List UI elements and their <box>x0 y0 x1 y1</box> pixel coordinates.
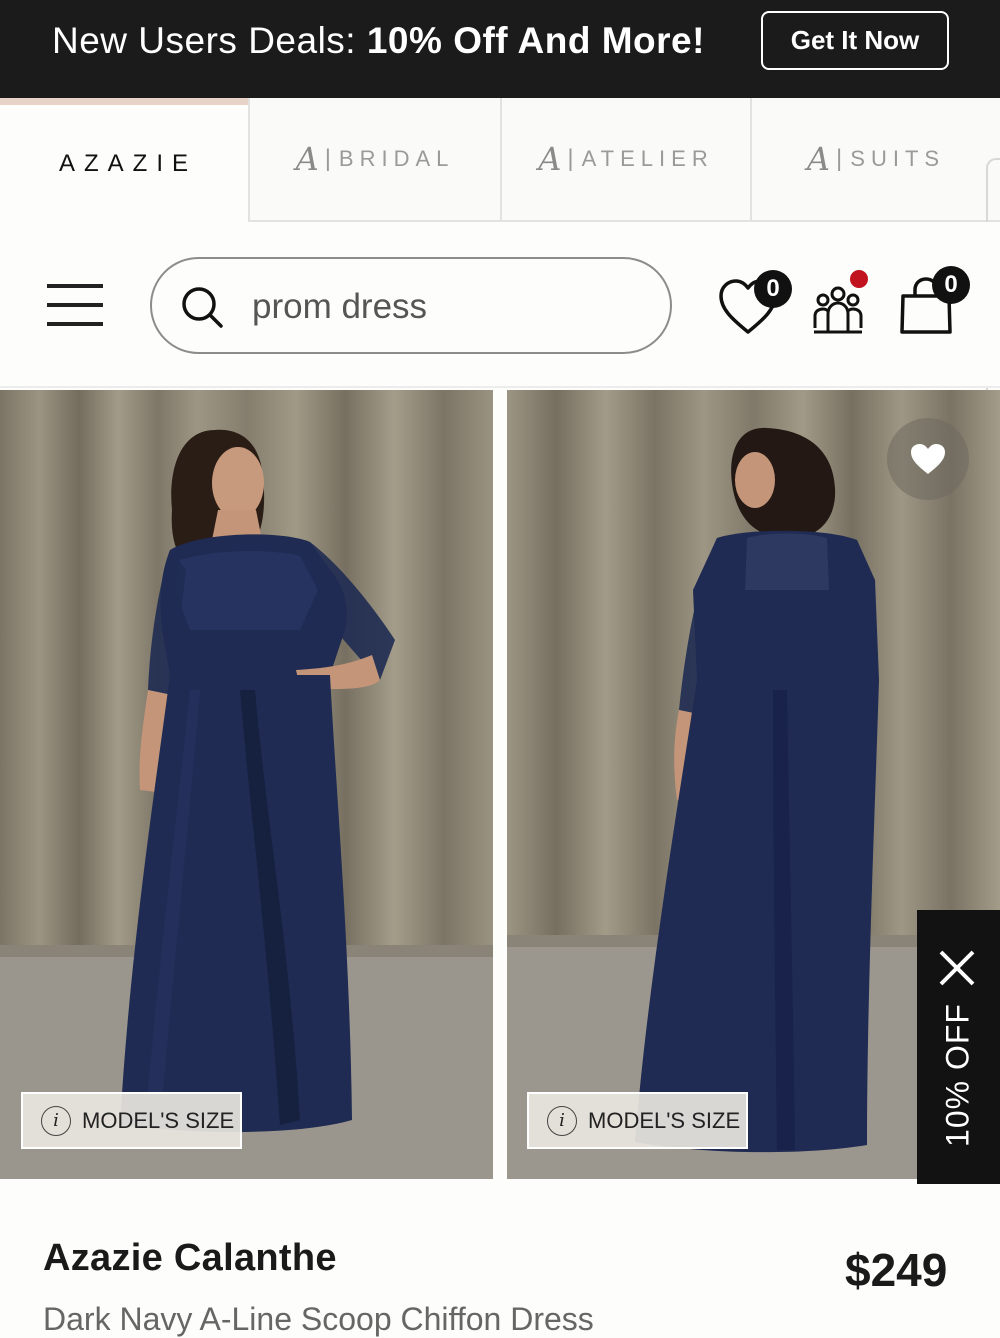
promo-text: New Users Deals: 10% Off And More! <box>52 20 705 62</box>
azazie-a-logo-icon: A <box>295 140 319 178</box>
cart-button[interactable]: 0 <box>896 266 970 336</box>
search-bar[interactable] <box>150 257 672 354</box>
tab-azazie[interactable]: AZAZIE <box>0 98 248 222</box>
product-image-front[interactable]: i MODEL'S SIZE <box>0 390 493 1179</box>
info-icon: i <box>547 1105 577 1136</box>
wishlist-button[interactable]: 0 <box>718 270 794 336</box>
product-description: Dark Navy A-Line Scoop Chiffon Dress <box>43 1301 594 1337</box>
wishlist-count-badge: 0 <box>754 270 792 308</box>
info-icon: i <box>41 1105 71 1136</box>
tab-bridal-label: BRIDAL <box>338 146 455 171</box>
tab-bridal[interactable]: A | BRIDAL <box>248 98 500 222</box>
promo-text-bold: 10% Off And More! <box>366 20 705 61</box>
discount-side-tab[interactable]: 10% OFF <box>917 910 1000 1184</box>
tab-separator: | <box>567 145 574 172</box>
product-name[interactable]: Azazie Calanthe <box>43 1237 337 1280</box>
discount-label: 10% OFF <box>939 1003 976 1147</box>
promo-text-regular: New Users Deals: <box>52 20 367 61</box>
favorite-button[interactable] <box>887 418 969 500</box>
site-header: 0 0 <box>0 222 1000 388</box>
product-price: $249 <box>845 1244 948 1296</box>
models-size-tag[interactable]: i MODEL'S SIZE <box>527 1092 748 1149</box>
cart-count-badge: 0 <box>932 266 970 304</box>
models-size-tag[interactable]: i MODEL'S SIZE <box>21 1092 242 1149</box>
tab-atelier[interactable]: A | ATELIER <box>500 98 750 222</box>
models-size-label: MODEL'S SIZE <box>588 1107 741 1133</box>
tab-separator: | <box>324 145 331 172</box>
tab-separator: | <box>836 145 843 172</box>
tab-suits-label: SUITS <box>850 146 946 171</box>
search-input[interactable] <box>252 283 652 331</box>
get-it-now-button[interactable]: Get It Now <box>761 11 949 70</box>
tab-atelier-label: ATELIER <box>581 146 714 171</box>
close-icon[interactable] <box>937 948 977 988</box>
promo-banner: New Users Deals: 10% Off And More! Get I… <box>0 0 1000 98</box>
community-button[interactable] <box>810 270 876 334</box>
tab-suits[interactable]: A | SUITS <box>750 98 1000 222</box>
notification-dot <box>850 270 868 288</box>
community-icon <box>813 286 863 334</box>
tab-azazie-label: AZAZIE <box>58 149 197 177</box>
menu-icon[interactable] <box>47 284 103 328</box>
azazie-a-logo-icon: A <box>806 140 831 178</box>
front-photo-illustration <box>0 390 493 1179</box>
models-size-label: MODEL'S SIZE <box>82 1107 235 1133</box>
brand-tabs: AZAZIE A | BRIDAL A | ATELIER A | SUITS <box>0 98 1000 222</box>
azazie-a-logo-icon: A <box>538 140 562 178</box>
search-icon <box>182 287 223 328</box>
heart-icon <box>911 444 945 474</box>
